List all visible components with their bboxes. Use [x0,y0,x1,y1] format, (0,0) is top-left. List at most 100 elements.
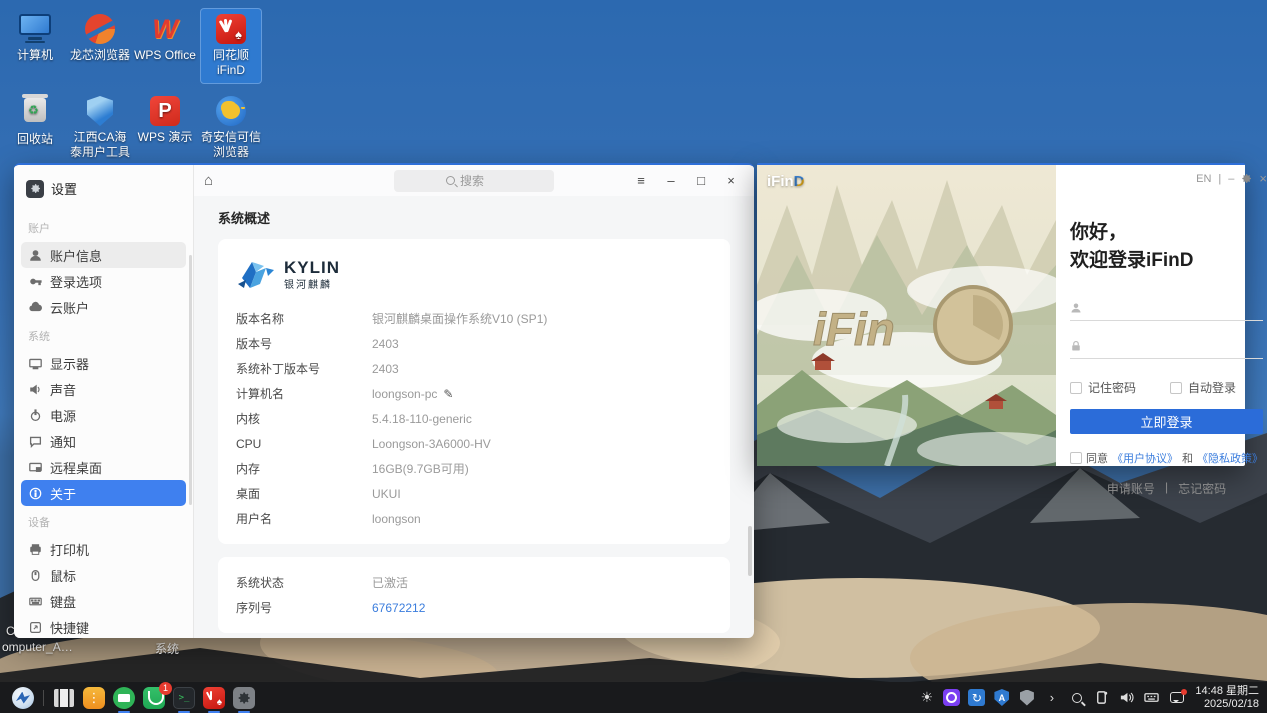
settings-taskbar-button[interactable] [231,686,257,710]
desktop-icon-computer[interactable]: 计算机 [4,8,66,63]
search-input[interactable] [460,174,502,188]
desktop-icon-loongson-browser[interactable]: 龙芯浏览器 [69,8,131,63]
and-label: 和 [1182,450,1193,466]
sidebar-item-printer[interactable]: 打印机 [21,536,186,562]
info-row: 内存16GB(9.7GB可用) [236,456,712,481]
apply-account-link[interactable]: 申请账号 [1107,480,1155,497]
sidebar-item-account-info[interactable]: 账户信息 [21,242,186,268]
desktop-icon-label: WPS 演示 [134,130,196,145]
privacy-policy-link[interactable]: 《隐私政策》 [1197,450,1263,466]
home-icon[interactable]: ⌂ [204,172,228,189]
sidebar-item-display[interactable]: 显示器 [21,350,186,376]
keyboard-icon [29,595,42,608]
password-input[interactable] [1089,339,1263,353]
notification-icon [29,435,42,448]
sidebar-item-power[interactable]: 电源 [21,402,186,428]
software-center-button[interactable]: ⋮ [81,686,107,710]
desktop-icon-ca-haitai-tool[interactable]: 江西CA海泰用户工具 [69,90,131,160]
sidebar-item-keyboard[interactable]: 键盘 [21,588,186,614]
desktop-icon-label: 回收站 [4,132,66,147]
taskbar-clock[interactable]: 14:48 星期二 2025/02/18 [1195,685,1259,711]
mouse-icon [29,569,42,582]
info-row: 内核5.4.18-110-generic [236,406,712,431]
login-button[interactable]: 立即登录 [1070,409,1263,434]
edit-hostname-icon[interactable]: ✎ [443,387,453,401]
sidebar-item-sound[interactable]: 声音 [21,376,186,402]
agree-checkbox[interactable] [1070,452,1082,464]
close-button[interactable]: × [1259,171,1267,186]
language-toggle[interactable]: EN [1196,173,1211,185]
key-icon [29,275,42,288]
username-field-wrap [1070,301,1263,321]
sidebar-item-remote-desktop[interactable]: 远程桌面 [21,454,186,480]
kylin-logo: KYLIN 银河麒麟 [236,252,712,306]
desktop-icon-wps-office[interactable]: W WPS Office [134,8,196,63]
kylin-start-icon [12,687,34,709]
defender-shield-tray-icon[interactable] [1015,686,1038,710]
terminal-button[interactable]: >_ [171,686,197,710]
shortcut-icon [29,621,42,634]
info-row-hostname: 计算机名loongson-pc✎ [236,381,712,406]
desktop-icon-wps-presentation[interactable]: P WPS 演示 [134,90,196,145]
remember-password-checkbox[interactable] [1070,382,1082,394]
sidebar-scrollbar[interactable] [189,255,192,505]
sidebar-item-notification[interactable]: 通知 [21,428,186,454]
minimize-button[interactable]: – [658,169,684,193]
sidebar-item-login-options[interactable]: 登录选项 [21,268,186,294]
forgot-password-link[interactable]: 忘记密码 [1178,480,1226,497]
desktop-icon-ifind-selected[interactable]: ♠ 同花顺iFinD [200,8,262,84]
notification-center-icon[interactable] [1165,686,1188,710]
wps-presentation-icon: P [148,96,182,126]
security-shield-tray-icon[interactable]: A [990,686,1013,710]
info-row: 系统补丁版本号2403 [236,356,712,381]
auto-login-checkbox[interactable] [1170,382,1182,394]
desktop-icon-qianxin-browser[interactable]: 奇安信可信浏览器 [200,90,262,160]
copyright-text: 版权所有 © 2020 麒麟软件 保留所有权利。 [218,633,730,638]
desktop-icon-recycle-bin[interactable]: ♻ 回收站 [4,90,66,147]
serial-number-link[interactable]: 67672212 [372,601,425,615]
username-input[interactable] [1089,301,1263,315]
user-icon [1070,302,1082,314]
status-row: 系统状态已激活 [236,570,712,595]
camera-app-tray-icon[interactable] [940,686,963,710]
settings-search[interactable] [394,170,554,192]
sidebar-item-about[interactable]: 关于 [21,480,186,506]
running-indicator [208,711,220,713]
info-row: 版本名称银河麒麟桌面操作系统V10 (SP1) [236,306,712,331]
settings-app-header: 设置 [21,175,186,212]
volume-tray-icon[interactable] [1115,686,1138,710]
sidebar-item-cloud-account[interactable]: 云账户 [21,294,186,320]
menu-button[interactable]: ≡ [628,169,654,193]
sidebar-item-shortcuts[interactable]: 快捷键 [21,614,186,638]
phone-cast-tray-icon[interactable] [1090,686,1113,710]
input-method-tray-icon[interactable] [1140,686,1163,710]
minimize-button[interactable]: – [1228,173,1234,185]
remote-desktop-icon [29,461,42,474]
tray-expand-icon[interactable]: › [1040,686,1063,710]
file-manager-button[interactable] [111,686,137,710]
maximize-button[interactable]: □ [688,169,714,193]
info-row: 版本号2403 [236,331,712,356]
desktop-label-system: 系统 [155,640,179,657]
settings-gear-icon[interactable] [1241,173,1252,184]
desktop-icon-label: 奇安信可信浏览器 [200,130,262,160]
desktop-icon-label: 龙芯浏览器 [69,48,131,63]
multitask-view-button[interactable] [51,686,77,710]
greeting: 你好， 欢迎登录iFinD [1070,219,1263,275]
taskbar: ⋮ 1 >_ ♠ ☀ ↻ A › 14:48 星期二 2025/02/18 [0,682,1267,713]
info-icon [29,487,42,500]
sync-tray-icon[interactable]: ↻ [965,686,988,710]
app-store-button[interactable]: 1 [141,686,167,710]
ifind-taskbar-button[interactable]: ♠ [201,686,227,710]
brightness-tray-icon[interactable]: ☀ [915,686,938,710]
start-button[interactable] [10,686,36,710]
search-tray-icon[interactable] [1065,686,1088,710]
computer-icon [18,14,52,44]
system-info-card: KYLIN 银河麒麟 版本名称银河麒麟桌面操作系统V10 (SP1) 版本号24… [218,239,730,544]
sidebar-item-mouse[interactable]: 鼠标 [21,562,186,588]
close-button[interactable]: × [718,169,744,193]
content-scrollbar[interactable] [748,526,752,576]
info-row: CPULoongson-3A6000-HV [236,431,712,456]
user-agreement-link[interactable]: 《用户协议》 [1112,450,1178,466]
ifind-brand-logo: iFinD [767,173,805,190]
